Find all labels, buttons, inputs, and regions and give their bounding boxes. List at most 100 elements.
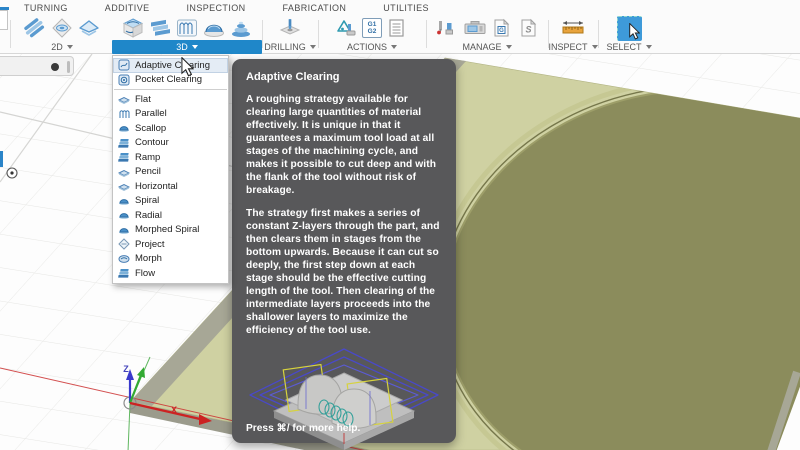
contour-icon [118, 137, 130, 149]
tab-fabrication[interactable]: FABRICATION [283, 3, 347, 13]
tool-library-icon[interactable] [433, 17, 459, 39]
menu-item-parallel[interactable]: Parallel [113, 107, 228, 122]
menu-item-label: Radial [135, 210, 162, 221]
menu-item-label: Morphed Spiral [135, 224, 199, 235]
group-label-manage[interactable]: MANAGE [426, 40, 548, 54]
chevron-down-icon [592, 45, 598, 49]
menu-item-label: Flow [135, 268, 155, 279]
menu-item-label: Flat [135, 94, 151, 105]
menu-item-morph[interactable]: Morph [113, 252, 228, 267]
tab-turning[interactable]: TURNING [24, 3, 68, 13]
tab-inspection[interactable]: INSPECTION [187, 3, 246, 13]
project-icon [118, 238, 130, 250]
group-label-select[interactable]: SELECT [598, 40, 660, 54]
gcode-document-icon[interactable]: G [491, 17, 515, 39]
ribbon-toolbar: TURNING ADDITIVE INSPECTION FABRICATION … [0, 0, 800, 54]
menu-item-label: Ramp [135, 152, 160, 163]
tooltip-help-hint: Press ⌘/ for more help. [246, 423, 360, 434]
menu-item-ramp[interactable]: Ramp [113, 150, 228, 165]
3d-morphed-spiral-icon[interactable] [229, 17, 253, 39]
machine-icon[interactable] [462, 17, 488, 39]
chevron-down-icon [506, 45, 512, 49]
ramp-icon [118, 151, 130, 163]
document-tab-fragment [0, 10, 8, 30]
horizontal-icon [118, 180, 130, 192]
flow-icon [118, 267, 130, 279]
2d-face-icon[interactable] [50, 17, 74, 39]
3d-strategy-dropdown-menu: Adaptive Clearing Pocket Clearing Flat P… [112, 55, 229, 284]
morphed-spiral-icon [118, 224, 130, 236]
setup-sheet-icon[interactable] [385, 17, 409, 39]
origin-view-icon[interactable] [6, 167, 18, 179]
group-select: SELECT [598, 16, 660, 54]
3d-parallel-icon[interactable] [175, 17, 199, 39]
toolbar-separator [10, 20, 11, 48]
x-axis-label: X [171, 405, 177, 415]
left-edge-tab[interactable] [0, 151, 3, 167]
menu-item-adaptive-clearing[interactable]: Adaptive Clearing [113, 58, 228, 73]
tab-utilities[interactable]: UTILITIES [383, 3, 429, 13]
group-label-inspect[interactable]: INSPECT [548, 40, 598, 54]
tooltip-title: Adaptive Clearing [246, 71, 442, 83]
menu-item-flat[interactable]: Flat [113, 92, 228, 107]
morph-icon [118, 253, 130, 265]
drag-handle[interactable] [67, 61, 70, 73]
simulate-icon[interactable] [335, 17, 359, 39]
3d-pocket-clearing-icon[interactable] [148, 17, 172, 39]
browser-dot-icon [51, 63, 59, 71]
collapsed-browser-bar[interactable] [0, 56, 74, 76]
menu-item-spiral[interactable]: Spiral [113, 194, 228, 209]
group-label-2d[interactable]: 2D [12, 40, 112, 54]
2d-pocket-icon[interactable] [23, 17, 47, 39]
post-process-icon[interactable]: G1G2 [362, 18, 382, 38]
menu-item-project[interactable]: Project [113, 237, 228, 252]
menu-item-label: Project [135, 239, 165, 250]
select-icon[interactable] [617, 16, 642, 41]
menu-item-label: Adaptive Clearing [135, 60, 210, 71]
menu-item-label: Scallop [135, 123, 166, 134]
adaptive-clearing-icon [118, 59, 130, 71]
menu-separator [114, 89, 227, 90]
tooltip-paragraph-1: A roughing strategy available for cleari… [246, 93, 442, 197]
chevron-down-icon [310, 45, 316, 49]
menu-item-pencil[interactable]: Pencil [113, 165, 228, 180]
tab-additive[interactable]: ADDITIVE [105, 3, 150, 13]
chevron-down-icon [646, 45, 652, 49]
chevron-down-icon [192, 45, 198, 49]
flat-icon [118, 93, 130, 105]
menu-item-horizontal[interactable]: Horizontal [113, 179, 228, 194]
svg-text:G: G [499, 28, 504, 34]
menu-item-label: Pencil [135, 166, 161, 177]
menu-item-label: Horizontal [135, 181, 178, 192]
2d-contour-icon[interactable] [77, 17, 101, 39]
group-label-drilling[interactable]: DRILLING [262, 40, 318, 54]
menu-item-label: Contour [135, 137, 169, 148]
measure-icon[interactable] [559, 17, 587, 39]
menu-item-label: Spiral [135, 195, 159, 206]
z-axis-label: Z [123, 364, 129, 374]
group-2d: 2D [12, 16, 112, 54]
3d-adaptive-clearing-icon[interactable] [121, 17, 145, 39]
drilling-icon[interactable] [278, 17, 302, 39]
menu-item-contour[interactable]: Contour [113, 136, 228, 151]
menu-item-label: Morph [135, 253, 162, 264]
radial-icon [118, 209, 130, 221]
group-label-3d[interactable]: 3D [112, 40, 262, 54]
3d-scallop-icon[interactable] [202, 17, 226, 39]
menu-item-radial[interactable]: Radial [113, 208, 228, 223]
menu-item-pocket-clearing[interactable]: Pocket Clearing [113, 73, 228, 88]
group-actions: G1G2 ACTIONS [318, 16, 426, 54]
group-label-actions[interactable]: ACTIONS [318, 40, 426, 54]
menu-item-scallop[interactable]: Scallop [113, 121, 228, 136]
menu-item-label: Parallel [135, 108, 167, 119]
menu-item-flow[interactable]: Flow [113, 266, 228, 281]
adaptive-clearing-tooltip: Adaptive Clearing A roughing strategy av… [232, 59, 456, 443]
mouse-cursor [181, 57, 194, 77]
group-drilling: DRILLING [262, 16, 318, 54]
svg-text:S: S [525, 25, 531, 35]
adaptive-clearing-preview-image [246, 347, 442, 450]
workspace-tab-row: TURNING ADDITIVE INSPECTION FABRICATION … [0, 0, 800, 15]
menu-item-morphed-spiral[interactable]: Morphed Spiral [113, 223, 228, 238]
parallel-icon [118, 108, 130, 120]
script-document-icon[interactable]: S [518, 17, 542, 39]
